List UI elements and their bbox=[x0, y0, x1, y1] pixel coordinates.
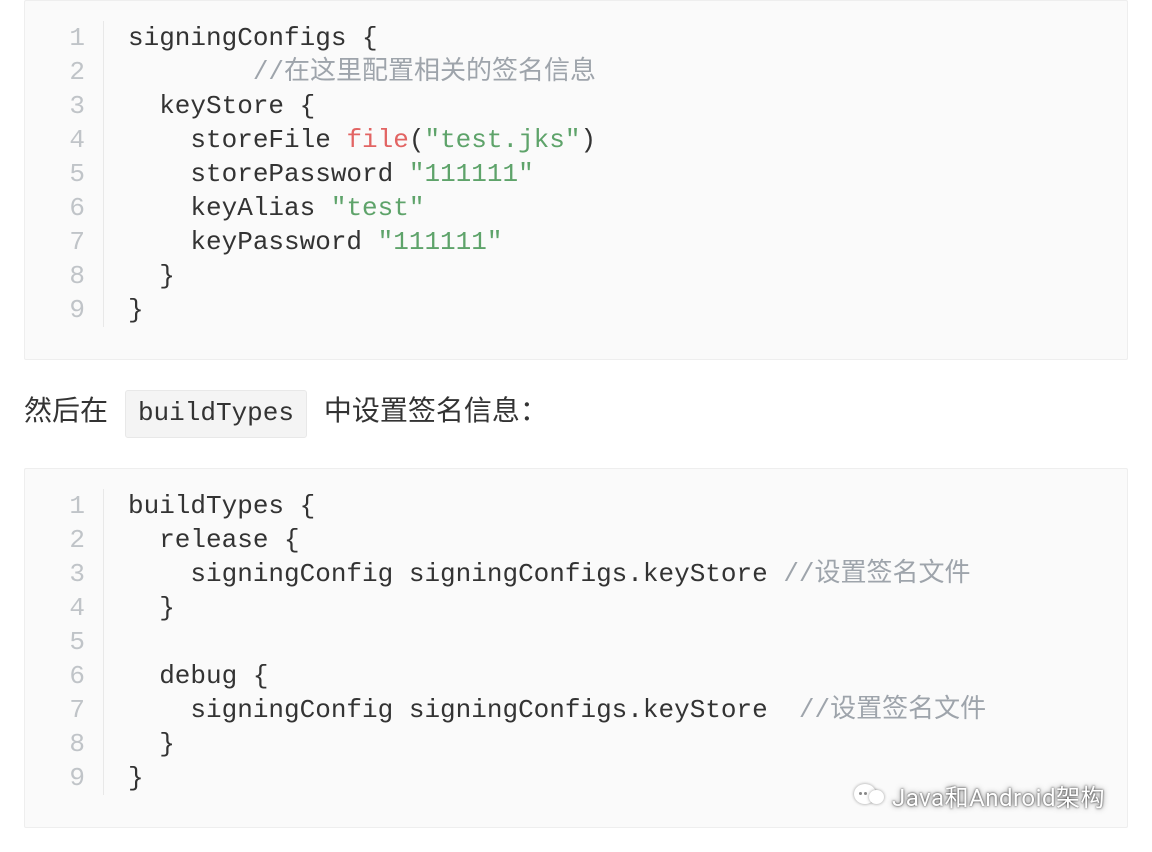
line-number: 2 bbox=[25, 523, 104, 557]
line-number: 6 bbox=[25, 191, 104, 225]
code-token: keyStore { bbox=[128, 91, 315, 121]
code-token: storePassword bbox=[128, 159, 409, 189]
code-block-signing-configs: 1signingConfigs {2 //在这里配置相关的签名信息3 keySt… bbox=[24, 0, 1128, 360]
line-number: 5 bbox=[25, 157, 104, 191]
code-token: } bbox=[128, 295, 144, 325]
code-token: } bbox=[128, 729, 175, 759]
watermark: Java和Android架构 bbox=[854, 778, 1105, 813]
code-line: 5 storePassword "111111" bbox=[25, 157, 1127, 191]
code-token: } bbox=[128, 763, 144, 793]
code-token: buildTypes { bbox=[128, 491, 315, 521]
line-number: 8 bbox=[25, 727, 104, 761]
code-content: signingConfigs { bbox=[128, 21, 1127, 55]
line-number: 9 bbox=[25, 761, 104, 795]
code-line: 2 //在这里配置相关的签名信息 bbox=[25, 55, 1127, 89]
code-token: ( bbox=[409, 125, 425, 155]
code-token: signingConfig signingConfigs.keyStore bbox=[128, 695, 799, 725]
code-line: 6 debug { bbox=[25, 659, 1127, 693]
code-token: "test" bbox=[331, 193, 425, 223]
code-token bbox=[128, 57, 253, 87]
code-token: } bbox=[128, 593, 175, 623]
code-line: 2 release { bbox=[25, 523, 1127, 557]
code-content: buildTypes { bbox=[128, 489, 1127, 523]
code-token: ) bbox=[581, 125, 597, 155]
code-line: 4 } bbox=[25, 591, 1127, 625]
code-content: keyPassword "111111" bbox=[128, 225, 1127, 259]
code-line: 9} bbox=[25, 293, 1127, 327]
code-token: "111111" bbox=[378, 227, 503, 257]
code-content: storeFile file("test.jks") bbox=[128, 123, 1127, 157]
code-line: 7 signingConfig signingConfigs.keyStore … bbox=[25, 693, 1127, 727]
code-token: //设置签名文件 bbox=[783, 559, 970, 589]
code-content: release { bbox=[128, 523, 1127, 557]
code-token: signingConfig signingConfigs.keyStore bbox=[128, 559, 783, 589]
line-number: 1 bbox=[25, 489, 104, 523]
code-token: "111111" bbox=[409, 159, 534, 189]
line-number: 9 bbox=[25, 293, 104, 327]
code-block-build-types: 1buildTypes {2 release {3 signingConfig … bbox=[24, 468, 1128, 828]
line-number: 3 bbox=[25, 89, 104, 123]
code-token: file bbox=[346, 125, 408, 155]
code-line: 7 keyPassword "111111" bbox=[25, 225, 1127, 259]
prose-before: 然后在 bbox=[24, 394, 115, 427]
code-content: } bbox=[128, 293, 1127, 327]
code-content: } bbox=[128, 591, 1127, 625]
line-number: 8 bbox=[25, 259, 104, 293]
code-content: } bbox=[128, 727, 1127, 761]
line-number: 1 bbox=[25, 21, 104, 55]
watermark-text: Java和Android架构 bbox=[892, 778, 1105, 813]
line-number: 4 bbox=[25, 591, 104, 625]
wechat-icon bbox=[854, 784, 884, 808]
code-line: 3 signingConfig signingConfigs.keyStore … bbox=[25, 557, 1127, 591]
code-token: keyPassword bbox=[128, 227, 378, 257]
line-number: 3 bbox=[25, 557, 104, 591]
prose-after: 中设置签名信息： bbox=[317, 394, 548, 427]
code-content: keyStore { bbox=[128, 89, 1127, 123]
code-token: //在这里配置相关的签名信息 bbox=[253, 57, 596, 87]
code-content: } bbox=[128, 259, 1127, 293]
code-token: debug { bbox=[128, 661, 268, 691]
code-content: debug { bbox=[128, 659, 1127, 693]
code-content: storePassword "111111" bbox=[128, 157, 1127, 191]
code-line: 8 } bbox=[25, 259, 1127, 293]
code-token: "test.jks" bbox=[424, 125, 580, 155]
code-token: } bbox=[128, 261, 175, 291]
line-number: 4 bbox=[25, 123, 104, 157]
code-token: keyAlias bbox=[128, 193, 331, 223]
code-token: signingConfigs { bbox=[128, 23, 378, 53]
code-line: 1 signingConfigs { bbox=[25, 21, 1127, 55]
code-token: release { bbox=[128, 525, 300, 555]
code-line: 6 keyAlias "test" bbox=[25, 191, 1127, 225]
code-line: 8 } bbox=[25, 727, 1127, 761]
line-number: 6 bbox=[25, 659, 104, 693]
code-line: 1 buildTypes { bbox=[25, 489, 1127, 523]
code-token: storeFile bbox=[128, 125, 346, 155]
code-content: signingConfig signingConfigs.keyStore //… bbox=[128, 693, 1127, 727]
line-number: 7 bbox=[25, 693, 104, 727]
code-content: //在这里配置相关的签名信息 bbox=[128, 55, 1127, 89]
inline-code-buildtypes: buildTypes bbox=[125, 390, 307, 438]
line-number: 7 bbox=[25, 225, 104, 259]
code-line: 3 keyStore { bbox=[25, 89, 1127, 123]
line-number: 2 bbox=[25, 55, 104, 89]
code-content: keyAlias "test" bbox=[128, 191, 1127, 225]
code-line: 4 storeFile file("test.jks") bbox=[25, 123, 1127, 157]
line-number: 5 bbox=[25, 625, 104, 659]
prose-buildtypes: 然后在 buildTypes 中设置签名信息： bbox=[24, 390, 1128, 438]
code-content: signingConfig signingConfigs.keyStore //… bbox=[128, 557, 1127, 591]
code-token: //设置签名文件 bbox=[799, 695, 986, 725]
code-line: 5 bbox=[25, 625, 1127, 659]
